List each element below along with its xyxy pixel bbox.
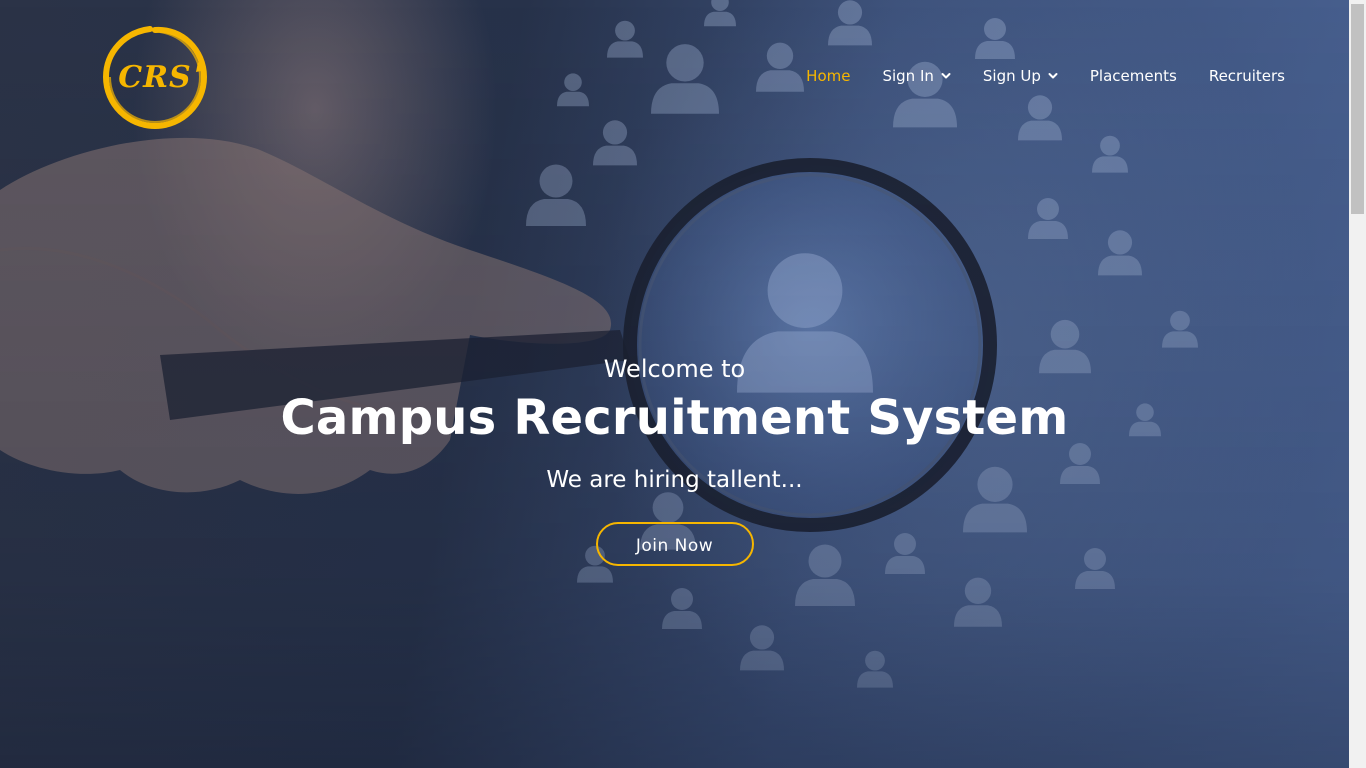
main-nav: Home Sign In Sign Up Placements Recruite… xyxy=(806,64,1285,88)
join-now-button[interactable]: Join Now xyxy=(595,522,754,566)
nav-home-label: Home xyxy=(806,67,851,85)
nav-home[interactable]: Home xyxy=(806,64,850,88)
hero-title: Campus Recruitment System xyxy=(280,390,1069,446)
nav-sign-in-label: Sign In xyxy=(882,67,934,85)
page: CRS Home Sign In Sign Up Placements Recr… xyxy=(0,0,1366,768)
logo-text: CRS xyxy=(118,59,192,95)
hero-welcome: Welcome to xyxy=(603,355,746,383)
hero-section: Welcome to Campus Recruitment System We … xyxy=(0,352,1349,566)
chevron-down-icon xyxy=(1048,73,1058,79)
site-logo[interactable]: CRS xyxy=(100,22,210,132)
scrollbar-thumb[interactable] xyxy=(1351,4,1364,214)
nav-sign-up-label: Sign Up xyxy=(982,67,1041,85)
nav-recruiters-label: Recruiters xyxy=(1208,67,1285,85)
nav-sign-up[interactable]: Sign Up xyxy=(983,64,1058,88)
nav-sign-in[interactable]: Sign In xyxy=(882,64,951,88)
page-scrollbar[interactable] xyxy=(1349,0,1366,768)
nav-placements[interactable]: Placements xyxy=(1090,64,1177,88)
nav-recruiters[interactable]: Recruiters xyxy=(1209,64,1285,88)
hero-subtitle: We are hiring tallent... xyxy=(546,467,803,493)
chevron-down-icon xyxy=(941,73,951,79)
nav-placements-label: Placements xyxy=(1089,67,1177,85)
